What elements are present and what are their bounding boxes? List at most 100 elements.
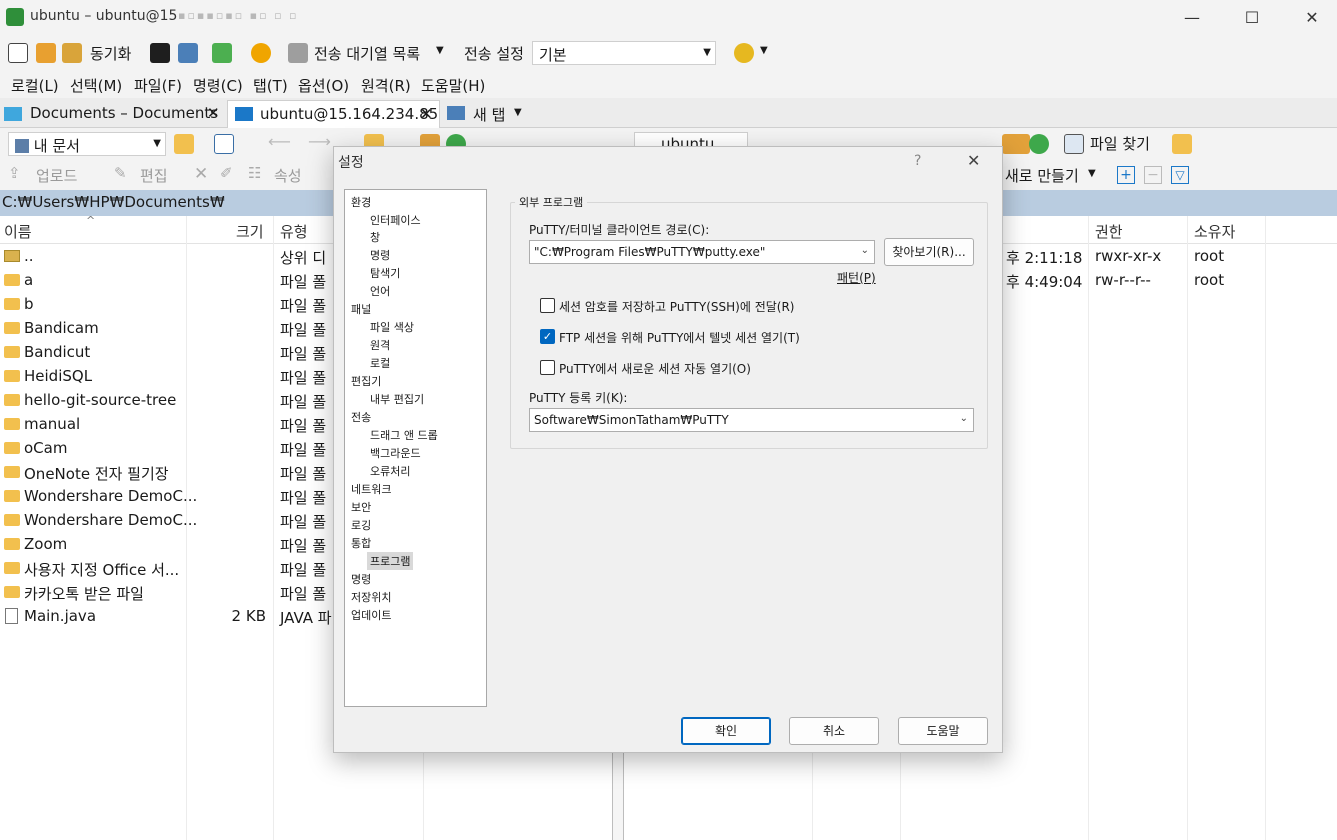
- home-icon[interactable]: [1002, 134, 1022, 154]
- tree-item-language[interactable]: 언어: [370, 283, 390, 299]
- file-type: 파일 폴: [280, 393, 327, 411]
- back-icon[interactable]: ⟵: [268, 132, 291, 151]
- column-rights[interactable]: 권한: [1095, 221, 1123, 242]
- rename-icon[interactable]: ✐: [220, 164, 233, 182]
- telnet-ftp-checkbox[interactable]: ✓: [540, 329, 555, 344]
- menu-remote[interactable]: 원격(R): [361, 75, 411, 96]
- refresh-queue-icon[interactable]: [212, 43, 232, 63]
- edit-button[interactable]: 편집: [140, 165, 168, 186]
- column-name[interactable]: 이름: [4, 221, 32, 242]
- tree-item-background[interactable]: 백그라운드: [370, 445, 421, 461]
- column-type[interactable]: 유형: [280, 221, 308, 242]
- filter-icon[interactable]: [214, 134, 234, 154]
- chevron-down-icon[interactable]: ▼: [1088, 168, 1096, 179]
- maximize-button[interactable]: ☐: [1237, 6, 1267, 30]
- refresh-icon[interactable]: [1029, 134, 1049, 154]
- tree-item-local[interactable]: 로컬: [370, 355, 390, 371]
- synchronize-browse-icon[interactable]: [36, 43, 56, 63]
- tree-item-explorer[interactable]: 탐색기: [370, 265, 400, 281]
- column-owner[interactable]: 소유자: [1194, 221, 1235, 242]
- tree-item-panels[interactable]: 패널: [351, 301, 371, 317]
- minimize-button[interactable]: —: [1177, 6, 1207, 30]
- find-files-button[interactable]: 파일 찾기: [1090, 133, 1150, 154]
- tab-ubuntu-session[interactable]: ubuntu@15.164.234.85 ✕: [227, 100, 440, 128]
- tree-item-window[interactable]: 창: [370, 229, 380, 245]
- tree-item-commands-root[interactable]: 명령: [351, 571, 371, 587]
- putty-icon[interactable]: [178, 43, 198, 63]
- tree-item-environment[interactable]: 환경: [351, 194, 371, 210]
- compare-icon[interactable]: [8, 43, 28, 63]
- tree-item-applications[interactable]: 프로그램: [367, 552, 414, 570]
- menu-commands[interactable]: 명령(C): [193, 75, 243, 96]
- tree-item-network[interactable]: 네트워크: [351, 481, 391, 497]
- terminal-icon[interactable]: [150, 43, 170, 63]
- menu-options[interactable]: 옵션(O): [298, 75, 349, 96]
- plus-icon[interactable]: +: [1117, 166, 1135, 184]
- open-folder-icon[interactable]: [174, 134, 194, 154]
- settings-tree[interactable]: 환경 인터페이스 창 명령 탐색기 언어 패널 파일 색상 원격 로컬 편집기 …: [344, 189, 487, 707]
- ok-button[interactable]: 확인: [681, 717, 771, 745]
- menu-help[interactable]: 도움말(H): [421, 75, 485, 96]
- chevron-down-icon[interactable]: ▼: [436, 45, 444, 56]
- close-icon[interactable]: ✕: [967, 151, 980, 170]
- help-icon[interactable]: ?: [914, 153, 921, 169]
- transfer-queue-button[interactable]: 전송 대기열 목록: [314, 43, 420, 64]
- remote-row[interactable]: 후 4:49:04 rw-r--r-- root: [1000, 269, 1337, 293]
- minus-icon[interactable]: −: [1144, 166, 1162, 184]
- synchronize-button[interactable]: 동기화: [90, 43, 131, 64]
- tree-item-file-colors[interactable]: 파일 색상: [370, 319, 414, 335]
- tree-item-security[interactable]: 보안: [351, 499, 371, 515]
- telnet-ftp-label: FTP 세션을 위해 PuTTY에서 텔넷 세션 열기(T): [559, 331, 800, 345]
- close-window-button[interactable]: ✕: [1297, 6, 1327, 30]
- registry-key-select[interactable]: Software₩SimonTatham₩PuTTY ⌄: [529, 408, 974, 432]
- close-icon[interactable]: ✕: [420, 105, 433, 123]
- chevron-down-icon[interactable]: ▼: [514, 107, 522, 118]
- tree-item-integration[interactable]: 통합: [351, 535, 371, 551]
- tree-item-interface[interactable]: 인터페이스: [370, 212, 421, 228]
- tree-item-logging[interactable]: 로깅: [351, 517, 371, 533]
- browse-button[interactable]: 찾아보기(R)...: [884, 238, 974, 266]
- tree-item-endurance[interactable]: 오류처리: [370, 463, 410, 479]
- properties-button[interactable]: 속성: [274, 165, 302, 186]
- menu-tabs[interactable]: 탭(T): [253, 75, 288, 96]
- local-location-select[interactable]: 내 문서 ▼: [8, 132, 166, 156]
- gear-icon[interactable]: [251, 43, 271, 63]
- remote-row[interactable]: 후 2:11:18 rwxr-xr-x root: [1000, 245, 1337, 269]
- menu-local[interactable]: 로컬(L): [11, 75, 59, 96]
- tree-item-commands[interactable]: 명령: [370, 247, 390, 263]
- tree-item-updates[interactable]: 업데이트: [351, 607, 391, 623]
- synchronize-icon[interactable]: [62, 43, 82, 63]
- tree-item-internal-editor[interactable]: 내부 편집기: [370, 391, 424, 407]
- upload-button[interactable]: 업로드: [36, 165, 77, 186]
- tab-documents[interactable]: Documents – Documents ✕: [2, 100, 224, 128]
- forward-icon[interactable]: ⟶: [308, 132, 331, 151]
- folder-icon: [4, 514, 20, 526]
- tree-item-editors[interactable]: 편집기: [351, 373, 381, 389]
- column-size[interactable]: 크기: [236, 221, 264, 242]
- pattern-link[interactable]: 패턴(P): [837, 269, 876, 286]
- delete-icon[interactable]: ✕: [194, 164, 208, 184]
- transfer-preset-select[interactable]: 기본 ▼: [532, 41, 716, 65]
- putty-path-input[interactable]: "C:₩Program Files₩PuTTY₩putty.exe" ⌄: [529, 240, 875, 264]
- save-password-checkbox[interactable]: [540, 298, 555, 313]
- help-button[interactable]: 도움말: [898, 717, 988, 745]
- filter-icon[interactable]: ▽: [1171, 166, 1189, 184]
- auto-open-session-checkbox[interactable]: [540, 360, 555, 375]
- cancel-button[interactable]: 취소: [789, 717, 879, 745]
- owner: root: [1194, 247, 1225, 265]
- tree-item-remote[interactable]: 원격: [370, 337, 390, 353]
- chevron-down-icon[interactable]: ▼: [760, 45, 768, 56]
- menu-files[interactable]: 파일(F): [134, 75, 182, 96]
- tree-item-transfer[interactable]: 전송: [351, 409, 371, 425]
- menu-mark[interactable]: 선택(M): [70, 75, 122, 96]
- find-files-icon[interactable]: [1064, 134, 1084, 154]
- tree-view-icon[interactable]: [1172, 134, 1192, 154]
- new-button[interactable]: 새로 만들기: [1005, 165, 1079, 186]
- folder-icon: [4, 562, 20, 574]
- tab-new[interactable]: 새 탭 ▼: [444, 100, 532, 128]
- tree-item-drag-drop[interactable]: 드래그 앤 드롭: [370, 427, 438, 443]
- tree-item-storage[interactable]: 저장위치: [351, 589, 391, 605]
- close-icon[interactable]: ✕: [207, 104, 220, 122]
- queue-icon[interactable]: [288, 43, 308, 63]
- sync-status-icon[interactable]: [734, 43, 754, 63]
